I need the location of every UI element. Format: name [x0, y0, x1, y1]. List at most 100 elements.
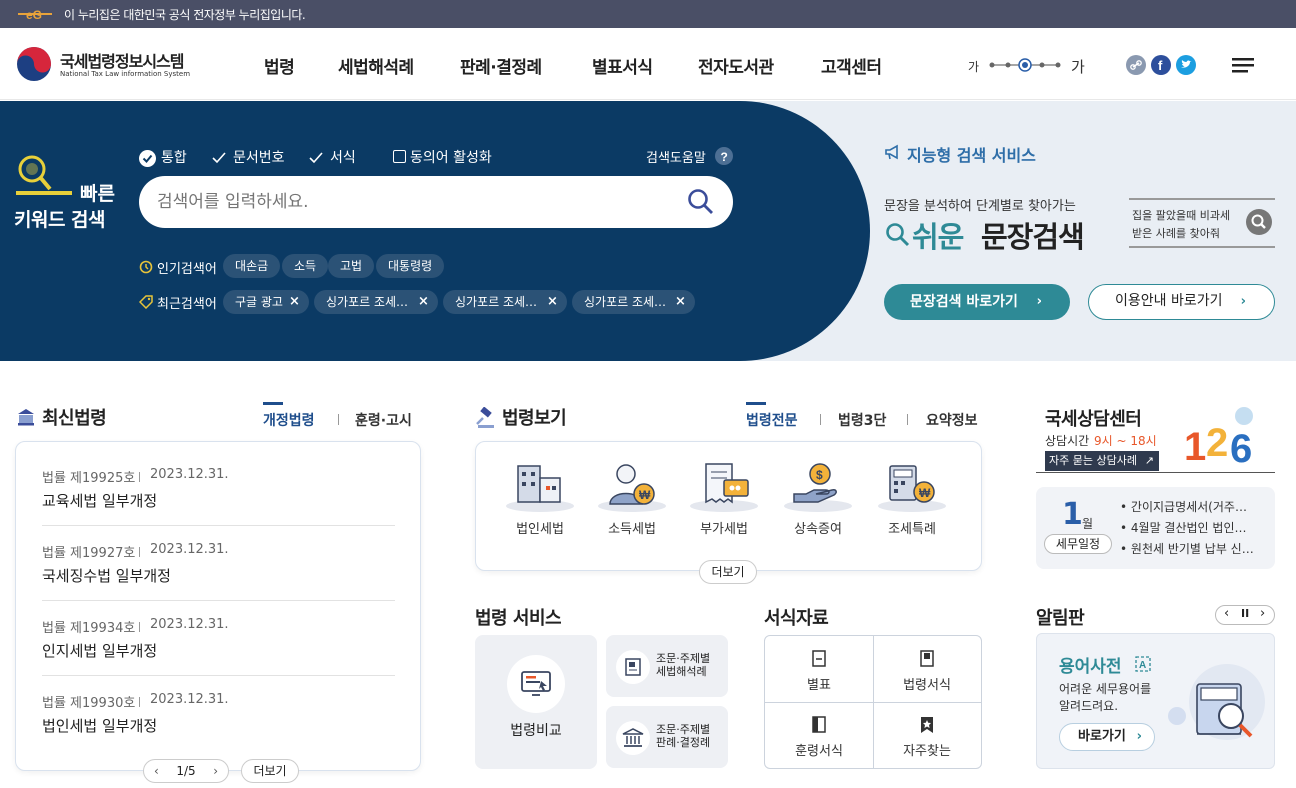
law-title-link[interactable]: 인지세법 일부개정: [42, 640, 157, 661]
nav-interpretations[interactable]: 세법해석례: [338, 53, 414, 78]
recent-keyword[interactable]: 싱가포르 조세… ×: [443, 290, 567, 314]
example-query-box[interactable]: 집을 팔았을때 비과세 받은 사례를 찾아줘: [1129, 198, 1275, 248]
tab-three-column[interactable]: 법령3단: [838, 410, 886, 430]
nav-precedents[interactable]: 판례·결정례: [460, 53, 542, 78]
item-label: 부가세법: [700, 522, 748, 537]
vat-item[interactable]: 부가세법: [688, 460, 760, 544]
tab-directives[interactable]: 훈령·고시: [355, 410, 412, 430]
search-box[interactable]: [139, 176, 733, 228]
law-forms-link[interactable]: 법령서식: [873, 636, 981, 702]
income-tax-item[interactable]: ₩ 소득세법: [596, 460, 668, 544]
font-large-label: 가: [1071, 58, 1085, 76]
gov-banner: eG 이 누리집은 대한민국 공식 전자정부 누리집입니다.: [0, 0, 1296, 28]
svg-text:A: A: [1139, 660, 1146, 671]
recent-keyword[interactable]: 싱가포르 조세… ×: [572, 290, 695, 314]
attached-table-link[interactable]: 별표: [765, 636, 873, 702]
inheritance-gift-item[interactable]: $ 상속증여: [782, 460, 854, 544]
close-icon[interactable]: ×: [675, 290, 686, 314]
help-question-icon[interactable]: ?: [715, 147, 733, 165]
sentence-search-button[interactable]: 문장검색 바로가기 ›: [884, 284, 1070, 320]
popular-keyword[interactable]: 대통령령: [376, 254, 445, 278]
form-label: 훈령서식: [795, 744, 843, 759]
tab-full-text[interactable]: 법령전문: [746, 410, 798, 430]
check-icon[interactable]: [309, 152, 323, 164]
magnifier-keyword-icon: [16, 155, 72, 195]
glossary-desc-1: 어려운 세무용어를: [1059, 682, 1152, 696]
nav-library[interactable]: 전자도서관: [698, 53, 774, 78]
quick-label-1: 빠른: [80, 183, 115, 205]
nav-customer-center[interactable]: 고객센터: [821, 53, 882, 78]
recent-keyword[interactable]: 싱가포르 조세… ×: [314, 290, 438, 314]
link-share-icon[interactable]: [1126, 55, 1146, 75]
latest-more-button[interactable]: 더보기: [241, 759, 299, 783]
law-title-link[interactable]: 법인세법 일부개정: [42, 715, 157, 736]
active-tab-indicator: [746, 402, 766, 405]
search-option-form[interactable]: 서식: [330, 147, 356, 167]
chevron-left-icon[interactable]: ‹: [1224, 606, 1229, 621]
recent-keyword[interactable]: 구글 광고 ×: [223, 290, 309, 314]
popular-keyword[interactable]: 소득: [282, 254, 329, 278]
law-title-link[interactable]: 교육세법 일부개정: [42, 490, 157, 511]
law-view-more-button[interactable]: 더보기: [699, 560, 757, 584]
logo-title[interactable]: 국세법령정보시스템: [60, 48, 184, 72]
item-label: 상속증여: [794, 522, 842, 537]
taegeuk-logo-icon[interactable]: [16, 46, 52, 82]
chevron-right-icon: ›: [1240, 294, 1246, 309]
forms-grid: 별표 법령서식 훈령서식 자주찾는: [764, 635, 982, 769]
schedule-item[interactable]: • 원천세 반기별 납부 신…: [1120, 540, 1254, 557]
popular-keyword[interactable]: 대손금: [223, 254, 281, 278]
keyword-search-panel: [0, 101, 870, 361]
favorites-link[interactable]: 자주찾는: [873, 702, 981, 768]
nav-laws[interactable]: 법령: [264, 53, 295, 78]
chevron-right-icon: ›: [1136, 729, 1142, 744]
schedule-item[interactable]: • 간이지급명세서(거주…: [1120, 498, 1247, 515]
font-size-slider[interactable]: [988, 56, 1064, 74]
hamburger-menu-icon[interactable]: [1232, 56, 1254, 74]
search-help-link[interactable]: 검색도움말: [646, 147, 706, 166]
sentence-search-button-label: 문장검색 바로가기: [910, 294, 1018, 310]
facebook-icon[interactable]: f: [1151, 55, 1171, 75]
tab-revised-laws[interactable]: 개정법령: [263, 410, 315, 430]
trending-icon: [139, 260, 153, 274]
synonym-checkbox[interactable]: [393, 150, 406, 163]
tax-special-item[interactable]: ₩ 조세특례: [876, 460, 948, 544]
search-icon[interactable]: [687, 188, 715, 216]
pagination: ‹ 1/5 ›: [143, 759, 229, 783]
interpretation-by-article-button[interactable]: 조문·주제별 세법해석례: [606, 635, 728, 697]
schedule-month-unit: 월: [1082, 517, 1094, 531]
hours-label: 상담시간: [1045, 434, 1090, 448]
faq-link[interactable]: 자주 묻는 상담사례 ↗: [1045, 451, 1159, 471]
star-bookmark-icon: [921, 717, 933, 733]
chevron-right-icon[interactable]: ›: [1260, 606, 1265, 621]
divider: [42, 675, 395, 676]
search-icon[interactable]: [1245, 208, 1273, 236]
schedule-item[interactable]: • 4월말 결산법인 법인…: [1120, 519, 1247, 536]
chevron-right-icon[interactable]: ›: [213, 760, 218, 782]
directive-forms-link[interactable]: 훈령서식: [765, 702, 873, 768]
precedent-by-article-button[interactable]: 조문·주제별 판례·결정례: [606, 706, 728, 768]
chevron-left-icon[interactable]: ‹: [154, 760, 159, 782]
tax-schedule-box: 1 월 세무일정 • 간이지급명세서(거주… • 4월말 결산법인 법인… • …: [1036, 487, 1275, 569]
popular-keyword[interactable]: 고법: [328, 254, 375, 278]
twitter-icon[interactable]: [1176, 55, 1196, 75]
search-option-docno[interactable]: 문서번호: [233, 147, 285, 167]
corporate-tax-item[interactable]: 법인세법: [504, 460, 576, 544]
pause-icon[interactable]: II: [1241, 607, 1249, 620]
document-icon: [812, 650, 826, 667]
hero-section: 빠른 키워드 검색 통합 문서번호 서식 동의어 활성화 검색도움말 ? 인기검…: [0, 101, 1296, 361]
search-option-all[interactable]: 통합: [161, 147, 187, 167]
close-icon[interactable]: ×: [289, 290, 300, 314]
check-circle-icon[interactable]: [139, 150, 156, 167]
search-input[interactable]: [157, 186, 677, 218]
usage-guide-button[interactable]: 이용안내 바로가기 ›: [1088, 284, 1275, 320]
glossary-go-button[interactable]: 바로가기 ›: [1059, 723, 1155, 751]
divider: [139, 547, 140, 557]
law-title-link[interactable]: 국세징수법 일부개정: [42, 565, 171, 586]
nav-forms[interactable]: 별표서식: [592, 53, 653, 78]
close-icon[interactable]: ×: [547, 290, 558, 314]
law-compare-button[interactable]: 법령비교: [475, 635, 597, 769]
close-icon[interactable]: ×: [418, 290, 429, 314]
divider: [139, 472, 140, 482]
check-icon[interactable]: [212, 152, 226, 164]
tab-summary[interactable]: 요약정보: [926, 410, 978, 430]
